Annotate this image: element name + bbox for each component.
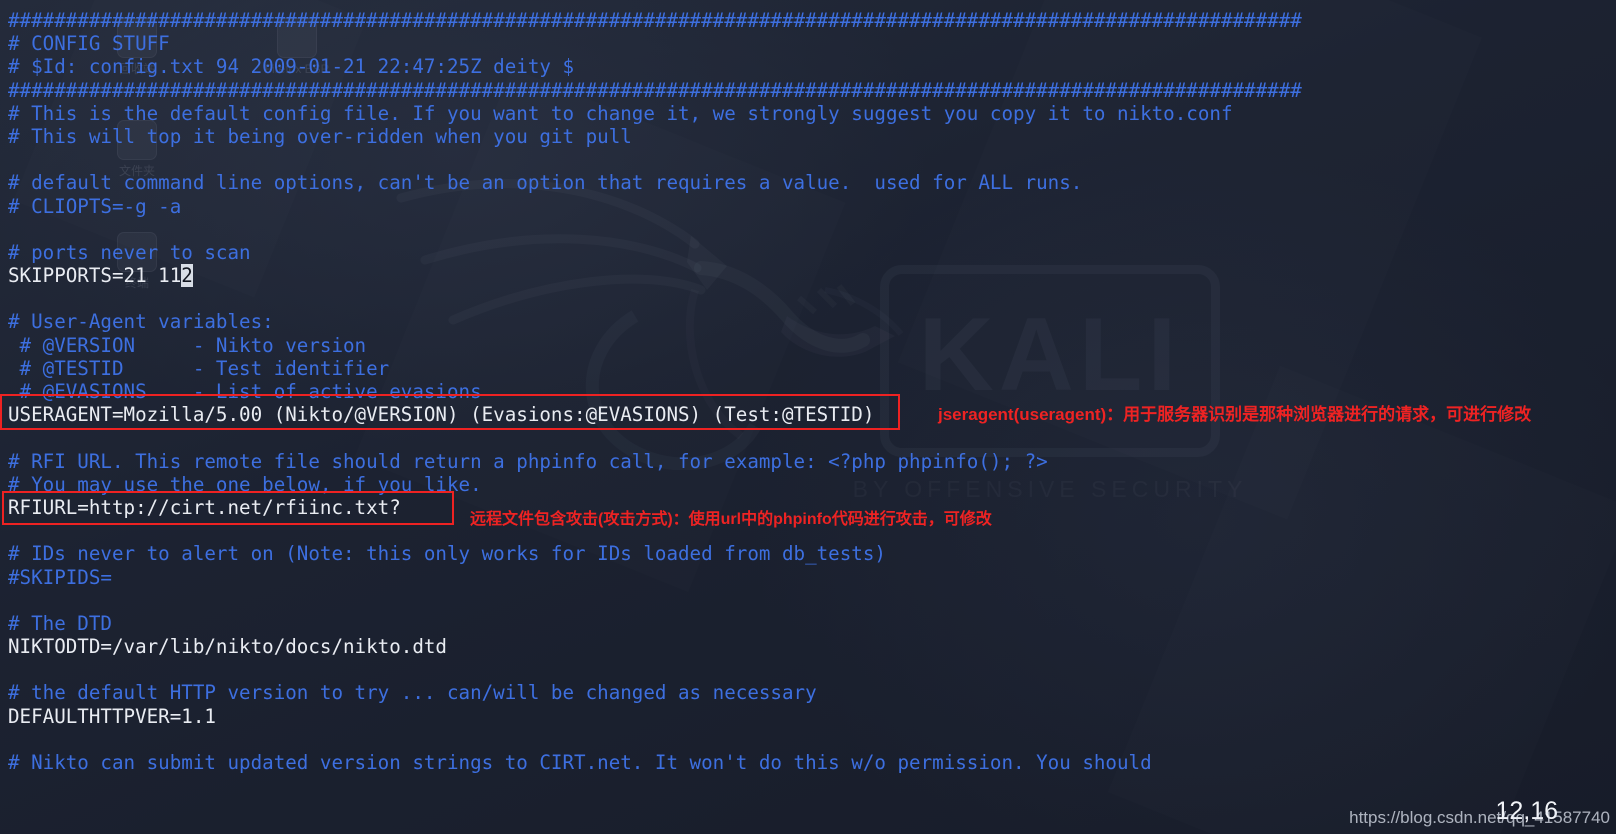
terminal-line: # Nikto can submit updated version strin… <box>8 751 1616 774</box>
terminal-line-text: #SKIPIDS= <box>8 565 112 589</box>
terminal-line: # This is the default config file. If yo… <box>8 102 1616 125</box>
terminal-line-text: # The DTD <box>8 611 112 635</box>
terminal-line: # CLIOPTS=-g -a <box>8 195 1616 218</box>
terminal-line-text: ########################################… <box>8 9 1302 32</box>
terminal-line: # RFI URL. This remote file should retur… <box>8 450 1616 473</box>
terminal-line-text: NIKTODTD=/var/lib/nikto/docs/nikto.dtd <box>8 635 447 659</box>
terminal-line-text: # You may use the one below, if you like… <box>8 472 482 496</box>
terminal-line-text: RFIURL=http://cirt.net/rfiinc.txt? <box>8 495 401 519</box>
terminal-line: # @TESTID - Test identifier <box>8 357 1616 380</box>
terminal-line-text: # CONFIG STUFF <box>8 32 170 56</box>
terminal-line-text: # @TESTID - Test identifier <box>8 356 390 380</box>
terminal-line: DEFAULTHTTPVER=1.1 <box>8 705 1616 728</box>
terminal-line: # User-Agent variables: <box>8 310 1616 333</box>
terminal-line-text: # User-Agent variables: <box>8 310 274 334</box>
terminal-line-text: SKIPPORTS=21 11 <box>8 264 182 288</box>
terminal-line: # ports never to scan <box>8 241 1616 264</box>
terminal-line: # $Id: config.txt 94 2009-01-21 22:47:25… <box>8 55 1616 78</box>
text-cursor: 2 <box>181 264 193 288</box>
terminal-line: ########################################… <box>8 79 1616 102</box>
terminal-line-text: # IDs never to alert on (Note: this only… <box>8 542 886 566</box>
terminal-line: # This will top it being over-ridden whe… <box>8 125 1616 148</box>
terminal-line-text: # @VERSION - Nikto version <box>8 333 367 357</box>
terminal-line: # default command line options, can't be… <box>8 171 1616 194</box>
terminal-line-text: # ports never to scan <box>8 240 251 264</box>
terminal-line: NIKTODTD=/var/lib/nikto/docs/nikto.dtd <box>8 635 1616 658</box>
annotation-useragent: jseragent(useragent)：用于服务器识别是那种浏览器进行的请求，… <box>938 405 1532 424</box>
terminal-line-text: DEFAULTHTTPVER=1.1 <box>8 704 216 728</box>
terminal-line-text: ########################################… <box>8 78 1302 102</box>
terminal-line: # @VERSION - Nikto version <box>8 334 1616 357</box>
annotation-rfiurl: 远程文件包含攻击(攻击方式)：使用url中的phpinfo代码进行攻击，可修改 <box>470 511 992 528</box>
terminal-line: SKIPPORTS=21 112 <box>8 264 1616 288</box>
terminal-line: # You may use the one below, if you like… <box>8 473 1616 496</box>
terminal-line: # the default HTTP version to try ... ca… <box>8 681 1616 704</box>
terminal-line-text: # the default HTTP version to try ... ca… <box>8 681 817 705</box>
terminal-line-text: # $Id: config.txt 94 2009-01-21 22:47:25… <box>8 55 575 79</box>
terminal-line: # The DTD <box>8 612 1616 635</box>
terminal-line-text: # default command line options, can't be… <box>8 171 1083 195</box>
terminal-line-text: # Nikto can submit updated version strin… <box>8 751 1152 774</box>
terminal-window[interactable]: 回收站 Firefox ESR 文件夹 终端 KALI BY <box>0 0 1616 834</box>
blog-watermark: https://blog.csdn.net/qq_41587740 <box>1349 808 1610 827</box>
terminal-line-text: # RFI URL. This remote file should retur… <box>8 449 1048 473</box>
terminal-line: #SKIPIDS= <box>8 566 1616 589</box>
terminal-line-text: USERAGENT=Mozilla/5.00 (Nikto/@VERSION) … <box>8 403 875 427</box>
terminal-line: # CONFIG STUFF <box>8 32 1616 55</box>
terminal-line: ########################################… <box>8 9 1616 32</box>
terminal-line-text: # This will top it being over-ridden whe… <box>8 124 632 148</box>
terminal-line: # IDs never to alert on (Note: this only… <box>8 542 1616 565</box>
terminal-line-text: # CLIOPTS=-g -a <box>8 194 182 218</box>
terminal-line-text: # @EVASIONS - List of active evasions <box>8 380 482 403</box>
terminal-line-text: # This is the default config file. If yo… <box>8 101 1233 125</box>
